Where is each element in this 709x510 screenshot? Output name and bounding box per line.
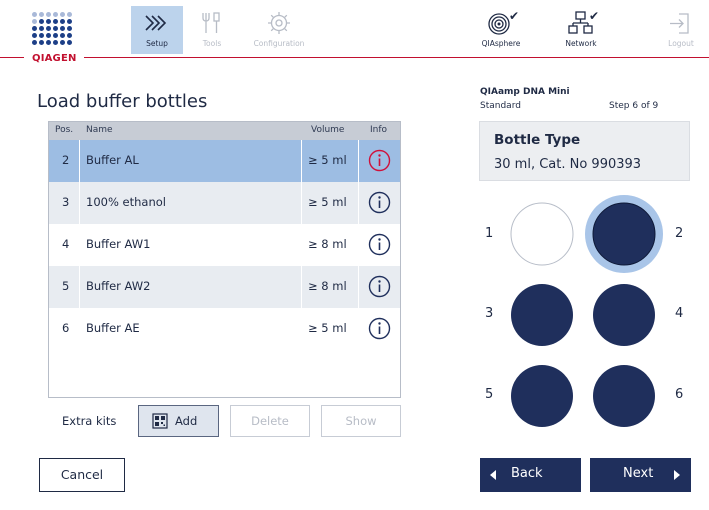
slot-label-4: 4 <box>675 306 684 321</box>
row-pos: 2 <box>62 153 70 167</box>
table-row[interactable]: 3 100% ethanol ≥ 5 ml <box>49 182 400 224</box>
table-row[interactable]: 4 Buffer AW1 ≥ 8 ml <box>49 224 400 266</box>
slot-label-1: 1 <box>485 226 494 241</box>
row-volume: ≥ 8 ml <box>308 237 347 251</box>
network-check-icon: ✔ <box>588 9 599 23</box>
info-icon[interactable] <box>368 275 391 298</box>
nav-qiasphere-label: QIAsphere <box>481 39 521 48</box>
buffer-table: Pos. Name Volume Info 2 Buffer AL ≥ 5 ml… <box>48 121 401 398</box>
nav-setup-button[interactable]: Setup <box>131 6 183 54</box>
next-arrow-icon <box>674 470 680 480</box>
header-pos: Pos. <box>55 125 74 135</box>
bottle-type-panel: Bottle Type 30 ml, Cat. No 990393 <box>479 121 690 181</box>
info-icon[interactable] <box>368 191 391 214</box>
bottle-rack-graphic <box>510 195 663 427</box>
row-volume: ≥ 8 ml <box>308 279 347 293</box>
row-volume: ≥ 5 ml <box>308 153 347 167</box>
info-icon[interactable] <box>368 233 391 256</box>
back-button[interactable]: Back <box>480 458 581 492</box>
bottle-type-label: Bottle Type <box>494 132 581 148</box>
row-name: Buffer AL <box>86 153 139 167</box>
table-row[interactable]: 6 Buffer AE ≥ 5 ml <box>49 308 400 350</box>
row-pos: 5 <box>62 279 70 293</box>
bottle-slot-3[interactable] <box>511 284 573 346</box>
logout-icon <box>670 13 689 34</box>
header-rule-right <box>84 57 709 58</box>
nav-setup-label: Setup <box>146 39 168 48</box>
qiagen-logo: QIAGEN <box>26 6 82 64</box>
table-row[interactable]: 5 Buffer AW2 ≥ 8 ml <box>49 266 400 308</box>
nav-tools-button[interactable]: Tools <box>186 6 238 54</box>
slot-label-3: 3 <box>485 306 494 321</box>
add-kit-button[interactable]: Add <box>138 405 219 437</box>
header-info: Info <box>370 125 388 135</box>
logo-dots-graphic <box>32 12 72 45</box>
brand-name: QIAGEN <box>32 53 77 64</box>
header-volume: Volume <box>311 125 345 135</box>
row-volume: ≥ 5 ml <box>308 321 347 335</box>
setup-chevrons-icon <box>145 15 167 31</box>
slot-label-5: 5 <box>485 387 494 402</box>
nav-configuration-button[interactable]: Configuration <box>246 6 312 54</box>
gear-icon <box>268 12 290 34</box>
nav-configuration-label: Configuration <box>253 39 305 48</box>
bottle-slot-1[interactable] <box>510 202 574 266</box>
info-icon[interactable] <box>368 317 391 340</box>
show-kit-button[interactable]: Show <box>321 405 401 437</box>
column-divider <box>301 140 302 350</box>
column-divider <box>358 140 359 350</box>
bottle-rack: 1 2 3 4 5 6 <box>476 194 702 436</box>
bottle-slot-2[interactable] <box>592 202 656 266</box>
bottle-type-value: 30 ml, Cat. No 990393 <box>494 157 642 172</box>
add-kit-label: Add <box>175 414 198 428</box>
nav-tools-label: Tools <box>202 39 222 48</box>
kit-mode: Standard <box>480 101 521 111</box>
nav-network-button[interactable]: ✔ Network <box>555 6 607 54</box>
delete-kit-button[interactable]: Delete <box>230 405 310 437</box>
page-title: Load buffer bottles <box>37 91 208 112</box>
slot-label-6: 6 <box>675 387 684 402</box>
row-name: Buffer AE <box>86 321 140 335</box>
info-icon[interactable] <box>368 149 391 172</box>
table-header: Pos. Name Volume Info <box>49 122 400 140</box>
column-divider <box>79 140 80 350</box>
next-label: Next <box>623 466 654 481</box>
header-name: Name <box>86 125 113 135</box>
bottle-slot-4[interactable] <box>593 284 655 346</box>
bottle-slot-6[interactable] <box>593 365 655 427</box>
back-arrow-icon <box>490 470 496 480</box>
table-row[interactable]: 2 Buffer AL ≥ 5 ml <box>49 140 400 182</box>
header-rule-left <box>0 57 24 58</box>
qr-code-icon <box>152 413 168 429</box>
top-bar: QIAGEN Setup Tools Configuration ✔ QIAsp… <box>0 0 709 64</box>
row-pos: 4 <box>62 237 70 251</box>
row-name: Buffer AW2 <box>86 279 151 293</box>
extra-kits-label: Extra kits <box>62 414 117 428</box>
tools-icon <box>202 12 220 33</box>
nav-logout-label: Logout <box>668 39 694 48</box>
cancel-button[interactable]: Cancel <box>39 458 125 492</box>
qiasphere-check-icon: ✔ <box>508 9 519 23</box>
slot-label-2: 2 <box>675 226 684 241</box>
row-pos: 3 <box>62 195 70 209</box>
row-name: 100% ethanol <box>86 195 166 209</box>
bottle-slot-5[interactable] <box>511 365 573 427</box>
kit-name: QIAamp DNA Mini <box>480 87 570 97</box>
nav-network-label: Network <box>565 39 597 48</box>
back-label: Back <box>511 466 543 481</box>
row-volume: ≥ 5 ml <box>308 195 347 209</box>
row-pos: 6 <box>62 321 70 335</box>
nav-logout-button[interactable]: Logout <box>655 6 707 54</box>
row-name: Buffer AW1 <box>86 237 151 251</box>
step-indicator: Step 6 of 9 <box>609 101 659 111</box>
next-button[interactable]: Next <box>590 458 691 492</box>
nav-qiasphere-button[interactable]: ✔ QIAsphere <box>475 6 527 54</box>
